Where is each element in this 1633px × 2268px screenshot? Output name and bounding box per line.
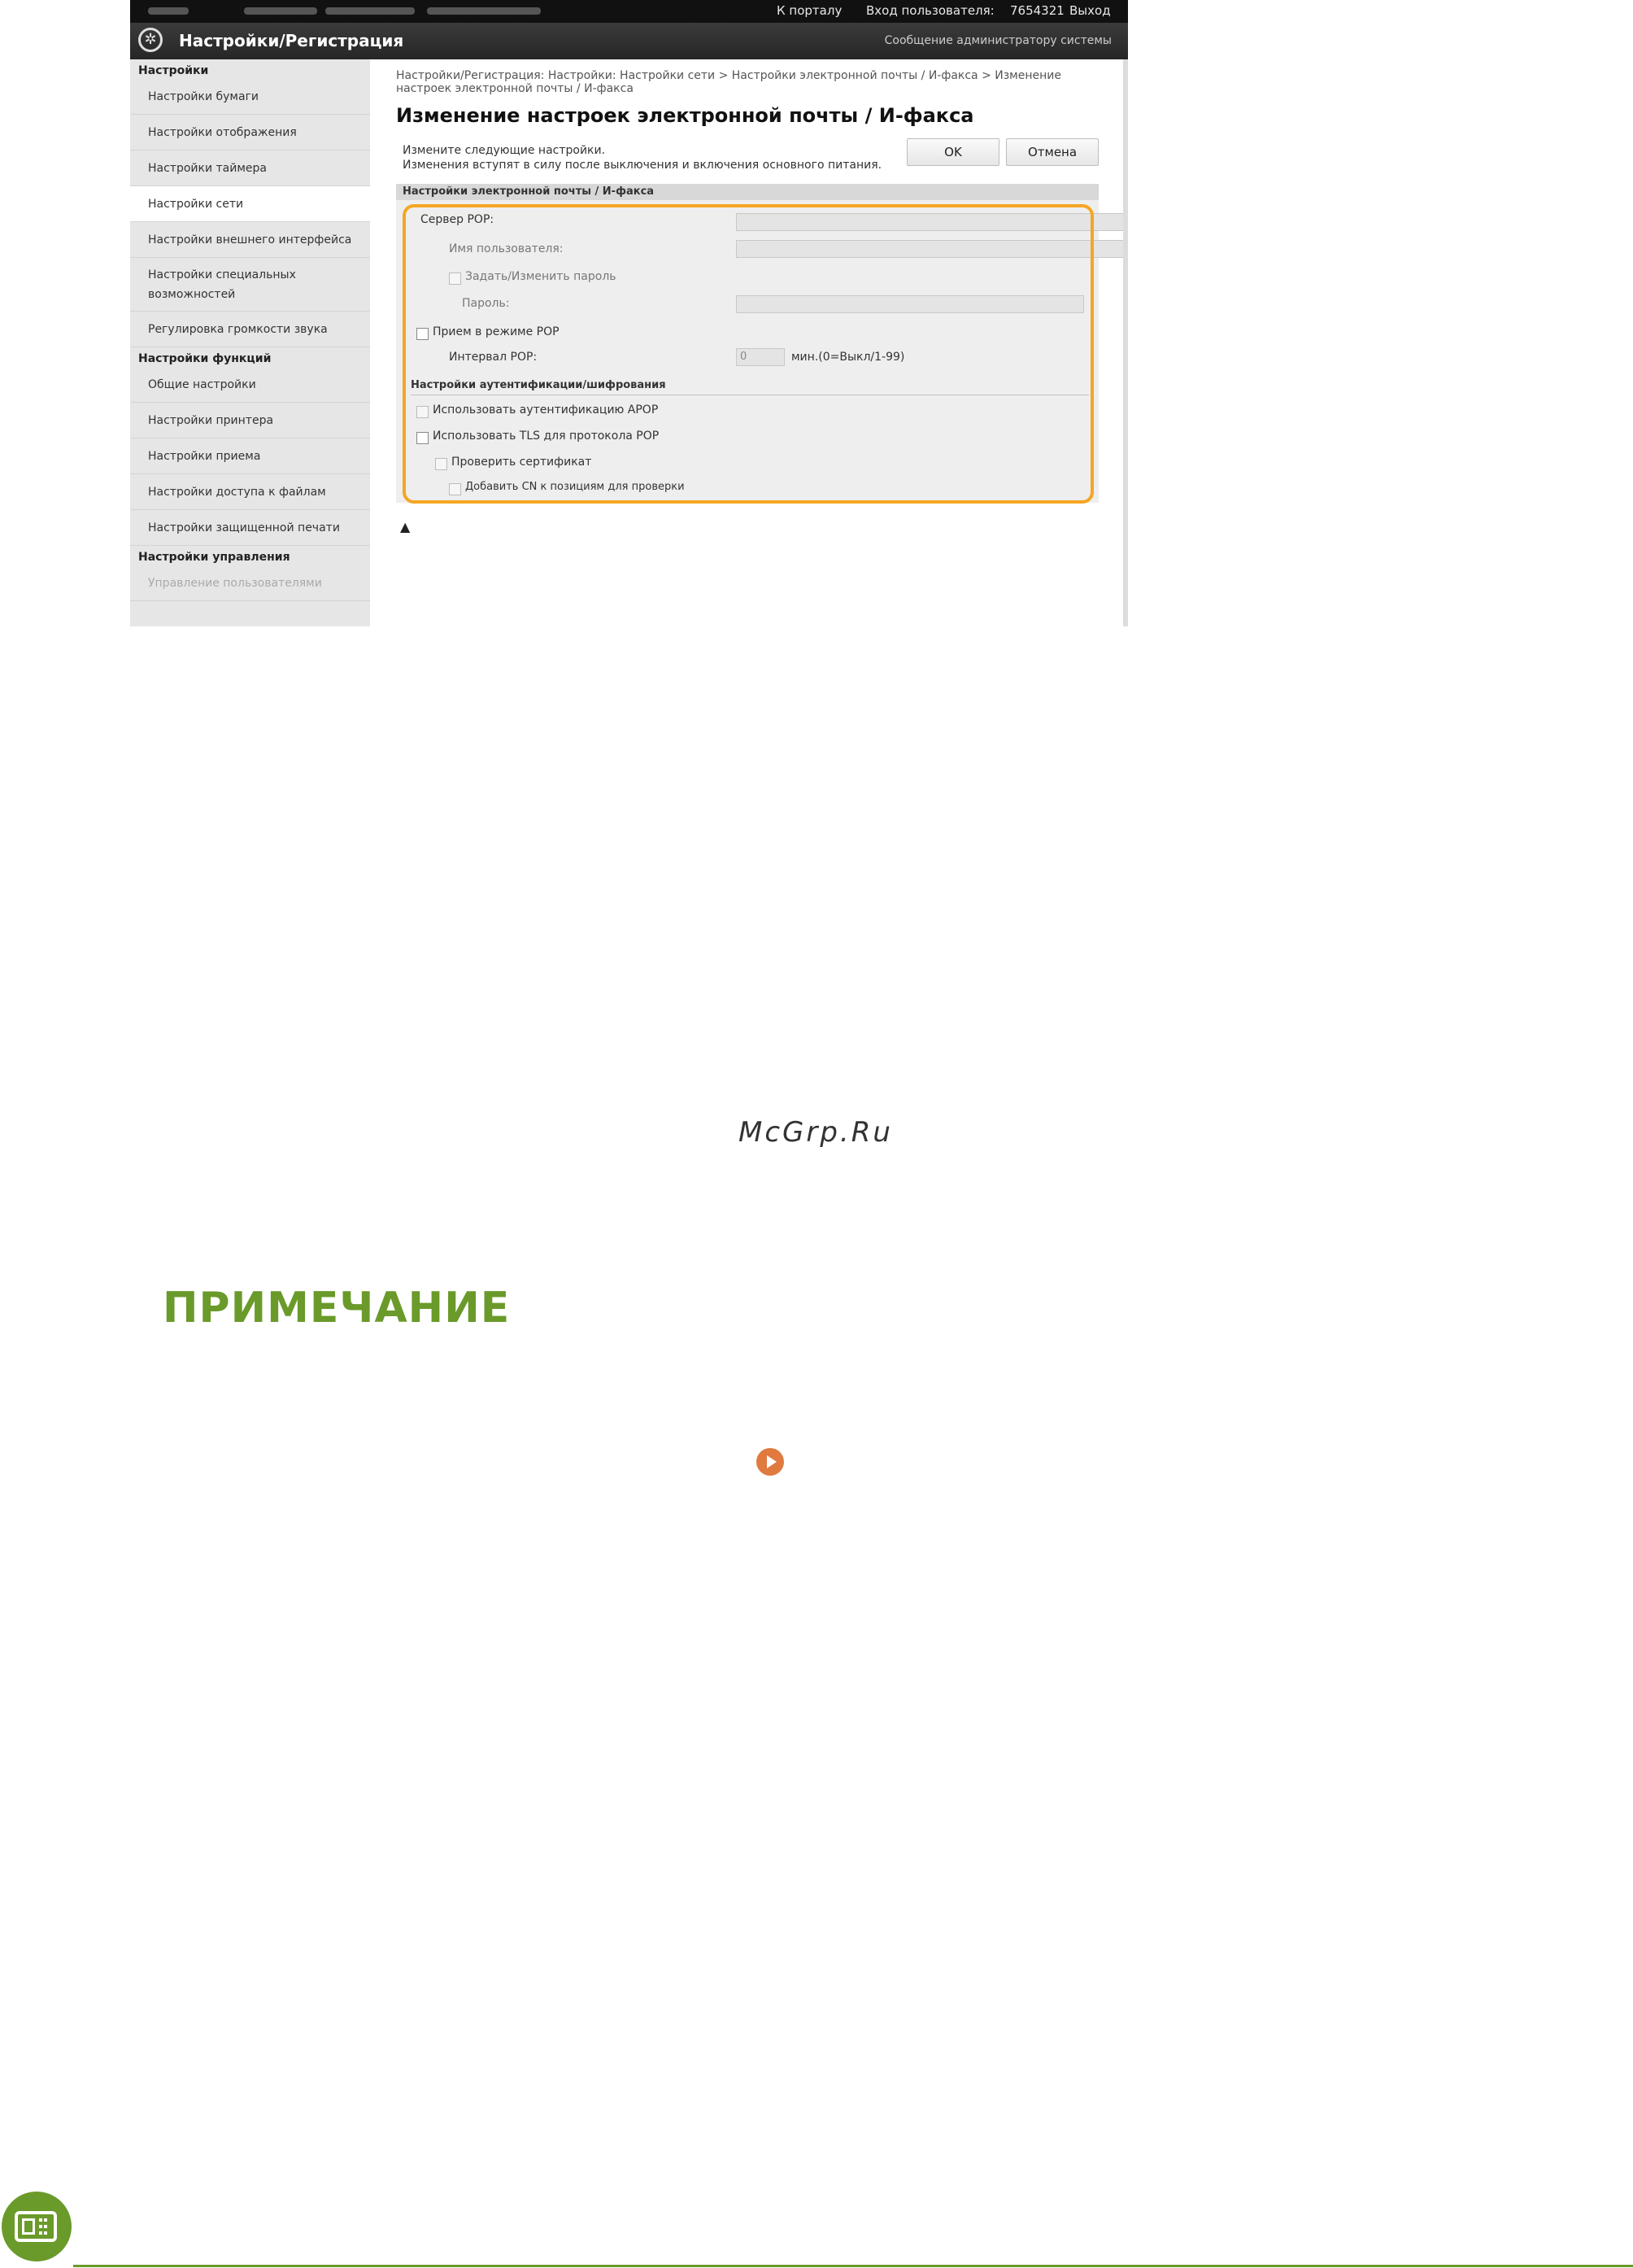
portal-link[interactable]: К порталу — [777, 3, 842, 18]
sidebar-item-volume[interactable]: Регулировка громкости звука — [130, 312, 370, 347]
sidebar-item-secure-print[interactable]: Настройки защищенной печати — [130, 510, 370, 546]
instructions: Измените следующие настройки. Изменения … — [403, 143, 882, 172]
sidebar-item-accessibility[interactable]: Настройки специальных возможностей — [130, 258, 370, 312]
highlight-frame — [403, 204, 1094, 504]
cancel-button[interactable]: Отмена — [1006, 138, 1099, 166]
sidebar-item-display[interactable]: Настройки отображения — [130, 115, 370, 150]
sidebar: Настройки Настройки бумаги Настройки ото… — [130, 59, 370, 626]
app-title: Настройки/Регистрация — [179, 31, 404, 50]
instruction-line: Изменения вступят в силу после выключени… — [403, 159, 882, 172]
breadcrumb[interactable]: Настройки/Регистрация: Настройки: Настро… — [396, 69, 1095, 95]
sidebar-item-common[interactable]: Общие настройки — [130, 367, 370, 403]
sidebar-item-file-access[interactable]: Настройки доступа к файлам — [130, 474, 370, 510]
web-ui-screenshot: К порталу Вход пользователя: 7654321 Вых… — [130, 0, 1128, 626]
footer-divider — [73, 2265, 1633, 2267]
settings-logo-icon: ✲ — [138, 28, 163, 52]
blurred-text — [325, 7, 415, 15]
logout-link[interactable]: Выход — [1069, 3, 1111, 18]
page-title: Изменение настроек электронной почты / И… — [396, 104, 974, 127]
sidebar-item-printer[interactable]: Настройки принтера — [130, 403, 370, 438]
note-heading: ПРИМЕЧАНИЕ — [163, 1284, 511, 1332]
top-bar: К порталу Вход пользователя: 7654321 Вых… — [130, 0, 1128, 23]
watermark: McGrp.Ru — [738, 1116, 893, 1149]
section-header: Настройки электронной почты / И-факса — [396, 184, 1099, 200]
blurred-text — [244, 7, 317, 15]
app-header: ✲ Настройки/Регистрация Сообщение админи… — [130, 23, 1128, 59]
ok-button[interactable]: OK — [907, 138, 999, 166]
scrollbar[interactable] — [1123, 59, 1128, 626]
sidebar-section-settings: Настройки — [138, 64, 209, 77]
sidebar-item-external-interface[interactable]: Настройки внешнего интерфейса — [130, 222, 370, 258]
blurred-text — [148, 7, 189, 15]
sidebar-item-network[interactable]: Настройки сети — [130, 186, 370, 222]
main-content: Настройки/Регистрация: Настройки: Настро… — [370, 59, 1128, 626]
scroll-to-top-icon[interactable]: ▲ — [400, 519, 410, 534]
sidebar-item-receive[interactable]: Настройки приема — [130, 438, 370, 474]
play-arrow-icon[interactable] — [756, 1448, 784, 1476]
sidebar-item-paper[interactable]: Настройки бумаги — [130, 79, 370, 115]
user-id: 7654321 — [1010, 3, 1065, 18]
sidebar-item-user-management[interactable]: Управление пользователями — [130, 565, 370, 601]
admin-message-link[interactable]: Сообщение администратору системы — [885, 34, 1112, 47]
instruction-line: Измените следующие настройки. — [403, 144, 606, 157]
login-label: Вход пользователя: — [866, 3, 995, 18]
sidebar-section-management: Настройки управления — [138, 551, 290, 564]
remote-ui-icon — [2, 2192, 72, 2261]
sidebar-section-functions: Настройки функций — [138, 352, 272, 365]
sidebar-item-timer[interactable]: Настройки таймера — [130, 150, 370, 186]
blurred-text — [427, 7, 541, 15]
